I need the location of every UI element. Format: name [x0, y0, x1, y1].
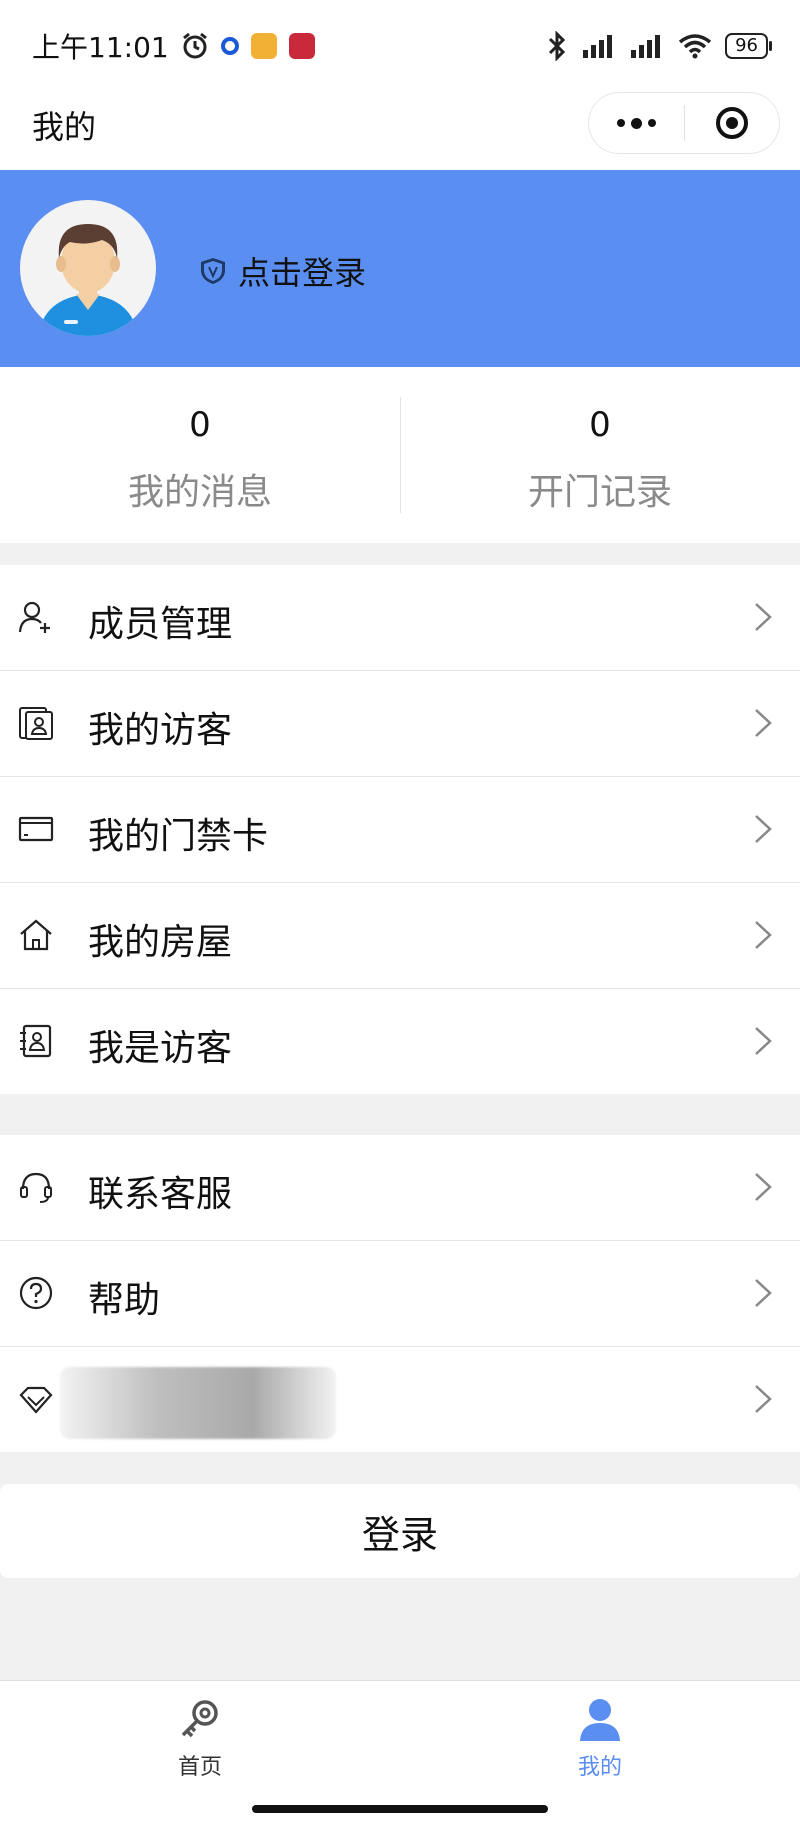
- user-avatar-icon: [38, 224, 138, 336]
- user-icon: [580, 1699, 620, 1741]
- nav-bar: 我的: [0, 92, 800, 170]
- app-notification-icon: [288, 33, 315, 59]
- menu-item-label: 联系客服: [88, 1174, 233, 1215]
- menu-item-help[interactable]: 帮助: [0, 1241, 800, 1347]
- login-link[interactable]: 点击登录: [198, 248, 366, 294]
- home-indicator[interactable]: [252, 1805, 548, 1813]
- chevron-right-icon: [755, 603, 772, 631]
- tab-mine[interactable]: 我的: [400, 1681, 800, 1823]
- avatar[interactable]: [20, 200, 156, 336]
- wifi-icon: [679, 34, 712, 59]
- add-user-icon: [18, 601, 50, 633]
- chevron-right-icon: [755, 1279, 772, 1307]
- menu-item-my-visitors[interactable]: 我的访客: [0, 671, 800, 777]
- tab-home[interactable]: 首页: [0, 1681, 400, 1823]
- app-notification-icon: [220, 37, 239, 55]
- target-icon: [715, 107, 748, 139]
- menu-group-primary: 成员管理 我的访客 我的门禁卡 我的房屋 我是访客: [0, 565, 800, 1094]
- menu-item-label: 我是访客: [88, 1028, 233, 1069]
- diamond-icon: [19, 1386, 53, 1414]
- headset-icon: [20, 1172, 52, 1203]
- profile-banner: 点击登录: [0, 170, 800, 367]
- menu-item-my-house[interactable]: 我的房屋: [0, 883, 800, 989]
- redacted-label: [60, 1367, 336, 1439]
- stat-value: 0: [589, 405, 611, 445]
- alarm-icon: [182, 32, 207, 59]
- status-right: 96: [545, 31, 772, 61]
- app-notification-icon: [250, 33, 277, 59]
- stat-label: 开门记录: [527, 472, 672, 513]
- chevron-right-icon: [755, 1385, 772, 1413]
- more-icon: [616, 117, 656, 129]
- menu-group-secondary: 联系客服 帮助: [0, 1135, 800, 1452]
- menu-item-i-am-visitor[interactable]: 我是访客: [0, 989, 800, 1094]
- chevron-right-icon: [755, 921, 772, 949]
- login-button[interactable]: 登录: [0, 1484, 800, 1578]
- menu-item-access-card[interactable]: 我的门禁卡: [0, 777, 800, 883]
- stats-panel: 0 我的消息 0 开门记录: [0, 367, 800, 543]
- chevron-right-icon: [755, 815, 772, 843]
- tab-label: 我的: [577, 1755, 622, 1780]
- status-time: 上午11:01: [32, 31, 169, 64]
- menu-item-label: 成员管理: [88, 604, 233, 645]
- key-icon: [181, 1700, 218, 1738]
- menu-item-member-management[interactable]: 成员管理: [0, 565, 800, 671]
- battery-indicator: 96: [725, 33, 772, 59]
- card-icon: [18, 816, 54, 842]
- chevron-right-icon: [755, 1027, 772, 1055]
- stat-label: 我的消息: [127, 472, 272, 513]
- menu-item-label: 帮助: [88, 1280, 161, 1321]
- menu-item-label: 我的房屋: [88, 922, 233, 963]
- stat-door-records[interactable]: 0 开门记录: [400, 367, 800, 543]
- bluetooth-icon: [549, 31, 566, 61]
- chevron-right-icon: [755, 709, 772, 737]
- chevron-right-icon: [755, 1173, 772, 1201]
- contact-card-icon: [20, 1024, 52, 1058]
- status-bar: 上午11:01 96: [0, 0, 800, 92]
- stat-divider: [400, 397, 401, 513]
- menu-item-customer-service[interactable]: 联系客服: [0, 1135, 800, 1241]
- signal-icon: [583, 35, 613, 58]
- tab-bar: 首页 我的: [0, 1680, 800, 1823]
- home-icon: [20, 919, 52, 951]
- mini-program-capsule: [588, 92, 780, 154]
- visitor-cards-icon: [19, 707, 53, 740]
- menu-item-label: 我的门禁卡: [88, 816, 269, 857]
- stat-value: 0: [189, 405, 211, 445]
- status-left: 上午11:01: [32, 26, 315, 66]
- shield-icon: [201, 258, 225, 284]
- login-hint-text: 点击登录: [238, 254, 367, 292]
- more-button[interactable]: [589, 93, 684, 153]
- signal-icon: [631, 35, 661, 58]
- stat-messages[interactable]: 0 我的消息: [0, 367, 400, 543]
- menu-item-redacted[interactable]: [0, 1347, 800, 1452]
- tab-label: 首页: [177, 1755, 222, 1780]
- page-title: 我的: [32, 108, 97, 146]
- help-icon: [19, 1276, 53, 1310]
- close-mini-program-button[interactable]: [685, 93, 780, 153]
- menu-item-label: 我的访客: [88, 710, 233, 751]
